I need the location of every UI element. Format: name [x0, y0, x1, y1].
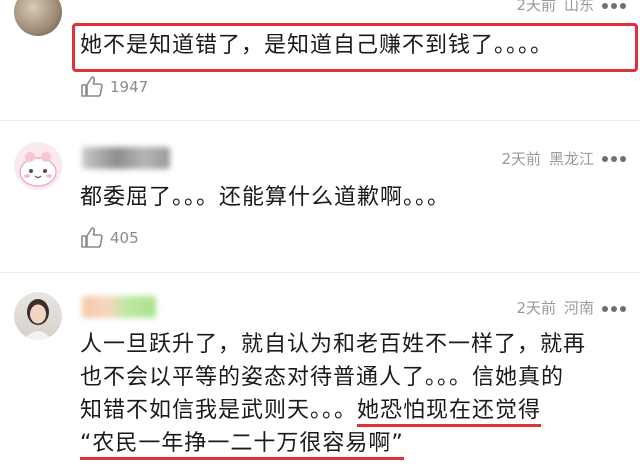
- comment-text: 都委屈了。。。还能算什么道歉啊。。。: [80, 185, 451, 210]
- thumbs-up-icon: [81, 76, 103, 97]
- more-icon[interactable]: [602, 2, 626, 10]
- comment-location: 黑龙江: [548, 150, 594, 168]
- highlighted-text: 她恐怕现在还觉得: [357, 398, 542, 427]
- comment-location: 河南: [563, 299, 594, 317]
- comment-text-line: 也不会以平等的姿态对待普通人了。。。信她真的: [80, 365, 565, 390]
- username-blurred[interactable]: [82, 147, 170, 169]
- avatar[interactable]: [14, 142, 62, 190]
- comment-time: 2天前: [501, 150, 541, 168]
- comment-location: 山东: [563, 0, 594, 14]
- avatar[interactable]: [14, 0, 62, 36]
- thumbs-up-icon: [81, 227, 103, 248]
- comment-meta: 2天前 河南: [516, 297, 594, 318]
- like-button[interactable]: 1947: [80, 74, 148, 100]
- comment-text-line: “农民一年挣一二十万很容易啊”: [80, 427, 404, 460]
- more-icon[interactable]: [602, 155, 626, 163]
- comment-meta: 2天前 山东: [516, 0, 594, 15]
- comment-time: 2天前: [516, 299, 556, 317]
- like-button[interactable]: 405: [80, 225, 139, 251]
- avatar[interactable]: [14, 292, 62, 340]
- comment-text-line: 知错不如信我是武则天。。。她恐怕现在还觉得: [80, 394, 542, 427]
- like-count: 405: [110, 229, 139, 247]
- divider: [0, 120, 640, 121]
- divider: [0, 272, 640, 273]
- comment-meta: 2天前 黑龙江: [501, 148, 594, 169]
- highlighted-text: “农民一年挣一二十万很容易啊”: [80, 431, 404, 460]
- like-count: 1947: [110, 78, 149, 96]
- comment-text: 她不是知道错了，是知道自己赚不到钱了。。。。: [80, 33, 554, 58]
- comment-time: 2天前: [516, 0, 556, 14]
- more-icon[interactable]: [602, 305, 626, 313]
- comment-text-plain: 知错不如信我是武则天。。。: [80, 398, 358, 423]
- comment-text-line: 人一旦跃升了，就自认为和老百姓不一样了，就再: [80, 332, 587, 357]
- username-blurred[interactable]: [82, 296, 156, 318]
